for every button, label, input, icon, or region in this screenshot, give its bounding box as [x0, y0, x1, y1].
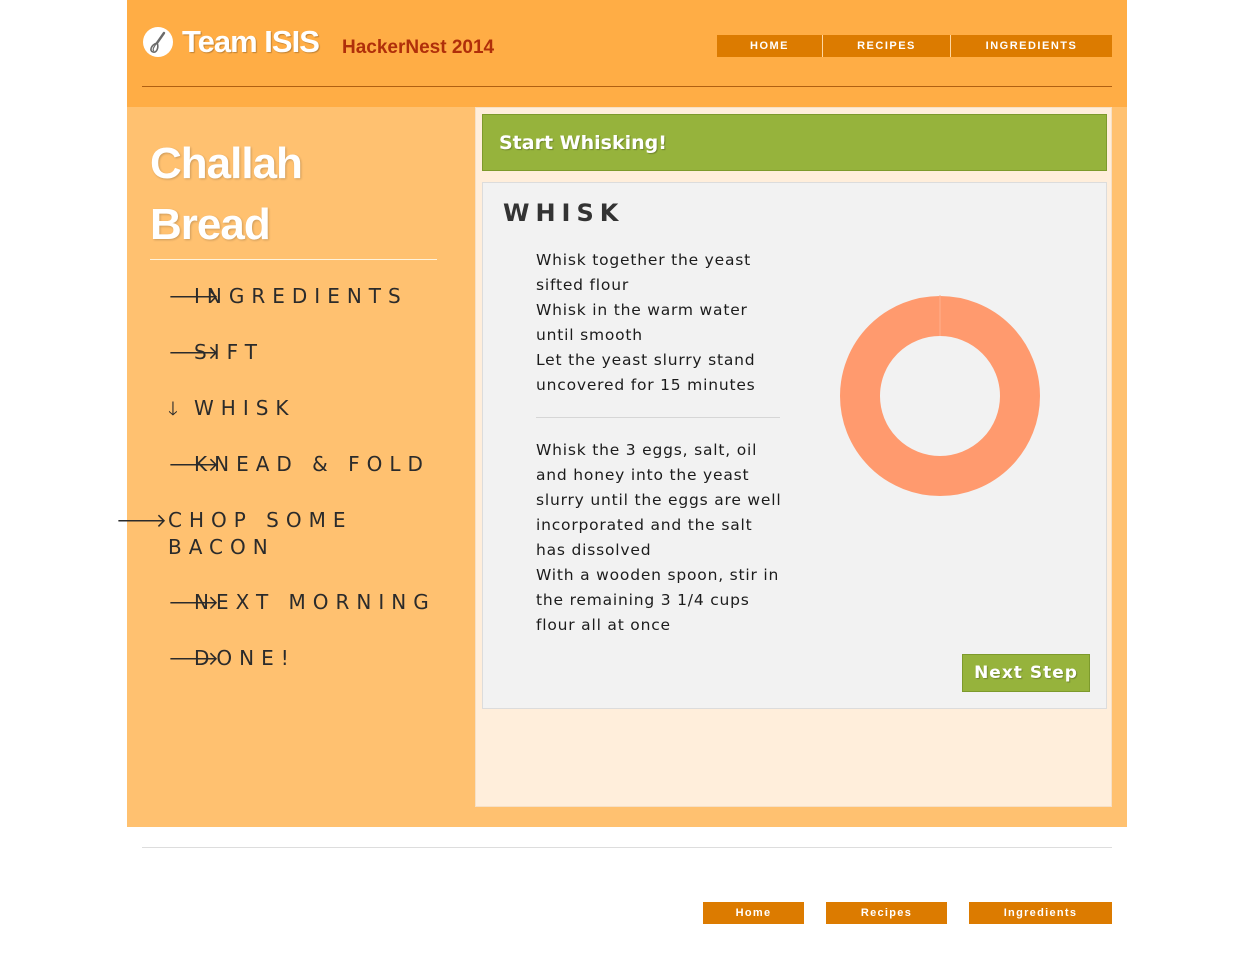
step-label: INGREDIENTS: [194, 284, 408, 308]
instruction-line: until smooth: [536, 326, 643, 344]
footer-divider: [142, 847, 1112, 848]
instruction-line: sifted flour: [536, 276, 629, 294]
instruction-line: has dissolved: [536, 541, 652, 559]
instruction-block-2: Whisk the 3 eggs, salt, oil and honey in…: [536, 438, 781, 638]
step-label: SIFT: [194, 340, 264, 364]
recipe-title-line-2: Bread: [150, 200, 271, 249]
whisk-icon: [143, 27, 173, 57]
step-item-whisk[interactable]: 🡓 WHISK: [168, 395, 448, 422]
next-step-button[interactable]: Next Step: [962, 654, 1090, 692]
instruction-line: the remaining 3 1/4 cups: [536, 591, 750, 609]
step-label: DONE!: [194, 646, 296, 670]
step-item-knead-fold[interactable]: 🡒KNEAD & FOLD: [168, 451, 448, 478]
step-item-sift[interactable]: 🡒SIFT: [168, 339, 448, 366]
recipe-main: Challah Bread 🡒INGREDIENTS 🡒SIFT 🡓 WHISK …: [116, 107, 1127, 827]
recipe-title-line-1: Challah: [150, 139, 303, 188]
instruction-line: uncovered for 15 minutes: [536, 376, 756, 394]
step-label: WHISK: [194, 396, 296, 420]
instruction-line: flour all at once: [536, 616, 671, 634]
arrow-right-icon: 🡒: [168, 592, 219, 614]
top-navigation: HOME RECIPES INGREDIENTS: [717, 35, 1112, 57]
arrow-right-icon: 🡒: [168, 286, 219, 308]
instruction-line: Let the yeast slurry stand: [536, 351, 756, 369]
footer-recipes-button[interactable]: Recipes: [826, 902, 947, 924]
instruction-block-1: Whisk together the yeast sifted flour Wh…: [536, 248, 781, 398]
instruction-line: slurry until the eggs are well: [536, 491, 782, 509]
banner-text: Start Whisking!: [499, 132, 667, 154]
arrow-right-icon: 🡒: [168, 454, 219, 476]
step-heading: WHISK: [503, 199, 625, 227]
footer-home-button[interactable]: Home: [703, 902, 804, 924]
nav-recipes-button[interactable]: RECIPES: [823, 35, 951, 57]
nav-ingredients-button[interactable]: INGREDIENTS: [951, 35, 1112, 57]
step-item-next-morning[interactable]: 🡒NEXT MORNING: [168, 589, 448, 616]
step-card: Start Whisking! WHISK Whisk together the…: [475, 107, 1112, 807]
instruction-line: and honey into the yeast: [536, 466, 750, 484]
event-name: HackerNest 2014: [342, 37, 495, 58]
instruction-line: With a wooden spoon, stir in: [536, 566, 780, 584]
nav-home-button[interactable]: HOME: [717, 35, 823, 57]
step-banner: Start Whisking!: [482, 114, 1107, 171]
instruction-line: incorporated and the salt: [536, 516, 753, 534]
step-label: CHOP SOME BACON: [168, 508, 353, 559]
step-content: WHISK Whisk together the yeast sifted fl…: [482, 182, 1107, 709]
instruction-divider: [536, 417, 780, 418]
footer-ingredients-button[interactable]: Ingredients: [969, 902, 1112, 924]
arrow-right-icon: 🡒: [116, 510, 167, 532]
step-item-chop-bacon[interactable]: 🡒CHOP SOME BACON: [116, 507, 448, 560]
site-header: Team ISIS HackerNest 2014 HOME RECIPES I…: [127, 0, 1127, 107]
instruction-line: Whisk in the warm water: [536, 301, 748, 319]
timer-ring-track: [840, 296, 1040, 496]
step-list: 🡒INGREDIENTS 🡒SIFT 🡓 WHISK 🡒KNEAD & FOLD …: [116, 283, 448, 701]
arrow-right-icon: 🡒: [168, 342, 219, 364]
step-label: KNEAD & FOLD: [194, 452, 430, 476]
timer-ring: [840, 295, 1040, 496]
arrow-down-icon: 🡓: [168, 398, 178, 420]
brand-name[interactable]: Team ISIS: [182, 24, 320, 60]
header-divider: [142, 86, 1112, 87]
recipe-title: Challah Bread: [150, 133, 303, 255]
title-divider: [150, 259, 437, 260]
step-label: NEXT MORNING: [194, 590, 436, 614]
step-item-ingredients[interactable]: 🡒INGREDIENTS: [168, 283, 448, 310]
instruction-line: Whisk together the yeast: [536, 251, 752, 269]
step-item-done[interactable]: 🡒DONE!: [168, 645, 448, 672]
arrow-right-icon: 🡒: [168, 648, 219, 670]
instruction-line: Whisk the 3 eggs, salt, oil: [536, 441, 758, 459]
